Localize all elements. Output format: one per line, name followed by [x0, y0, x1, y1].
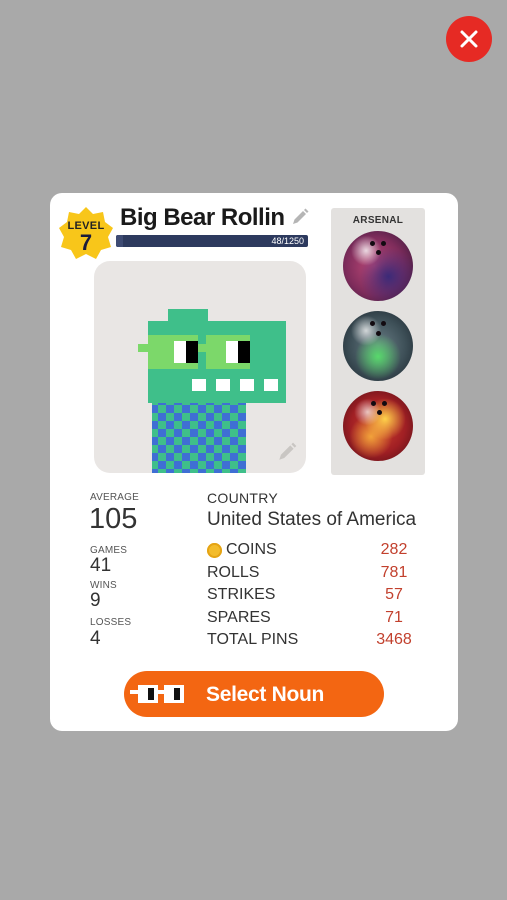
coins-label: COINS: [226, 541, 277, 558]
arsenal-title: ARSENAL: [352, 215, 404, 226]
losses-label: LOSSES: [90, 617, 132, 628]
wins-value: 9: [90, 590, 101, 611]
games-value: 41: [90, 555, 112, 576]
edit-avatar-button[interactable]: [276, 441, 298, 463]
finger-hole: [376, 250, 381, 255]
level-number: 7: [79, 230, 93, 255]
select-noun-label: Select Noun: [206, 683, 325, 706]
xp-progress-bar: 48/1250: [116, 235, 308, 247]
finger-hole: [371, 401, 376, 406]
rolls-value: 781: [380, 564, 408, 581]
profile-card: LEVEL 7 Big Bear Rollin 48/1250 ARSENAL …: [50, 193, 458, 731]
total-pins-value: 3468: [376, 631, 412, 648]
noun-avatar-image: [138, 309, 286, 473]
pencil-icon: [293, 208, 309, 224]
bowling-ball-1[interactable]: [343, 231, 413, 301]
spares-value: 71: [385, 609, 403, 626]
finger-hole: [377, 410, 382, 415]
coins-value: 282: [380, 541, 408, 558]
finger-hole: [381, 241, 386, 246]
bowling-ball-3[interactable]: [343, 391, 413, 461]
pencil-icon: [279, 442, 297, 460]
xp-text: 48/1250: [271, 236, 304, 246]
edit-name-button[interactable]: [290, 207, 310, 227]
finger-hole: [381, 321, 386, 326]
country-label: COUNTRY: [207, 490, 279, 506]
avatar: [94, 261, 306, 473]
rolls-label: ROLLS: [207, 564, 260, 581]
spares-label: SPARES: [207, 609, 271, 626]
finger-hole: [376, 331, 381, 336]
strikes-label: STRIKES: [207, 586, 276, 603]
coin-icon: [207, 543, 222, 558]
average-label: AVERAGE: [90, 492, 140, 503]
close-button[interactable]: [446, 16, 492, 62]
finger-hole: [370, 321, 375, 326]
bowling-ball-2[interactable]: [343, 311, 413, 381]
losses-value: 4: [90, 628, 101, 649]
noun-glasses-icon: [130, 685, 184, 703]
finger-hole: [382, 401, 387, 406]
strikes-value: 57: [385, 586, 403, 603]
player-name: Big Bear Rollin: [120, 204, 285, 231]
total-pins-label: TOTAL PINS: [207, 631, 299, 648]
xp-progress-fill: [116, 235, 124, 247]
select-noun-button[interactable]: Select Noun: [124, 671, 384, 717]
level-badge: LEVEL 7: [58, 205, 114, 261]
country-value: United States of America: [207, 509, 417, 530]
finger-hole: [370, 241, 375, 246]
average-value: 105: [89, 503, 138, 535]
close-icon: [460, 30, 478, 48]
arsenal-panel: ARSENAL: [331, 208, 425, 475]
